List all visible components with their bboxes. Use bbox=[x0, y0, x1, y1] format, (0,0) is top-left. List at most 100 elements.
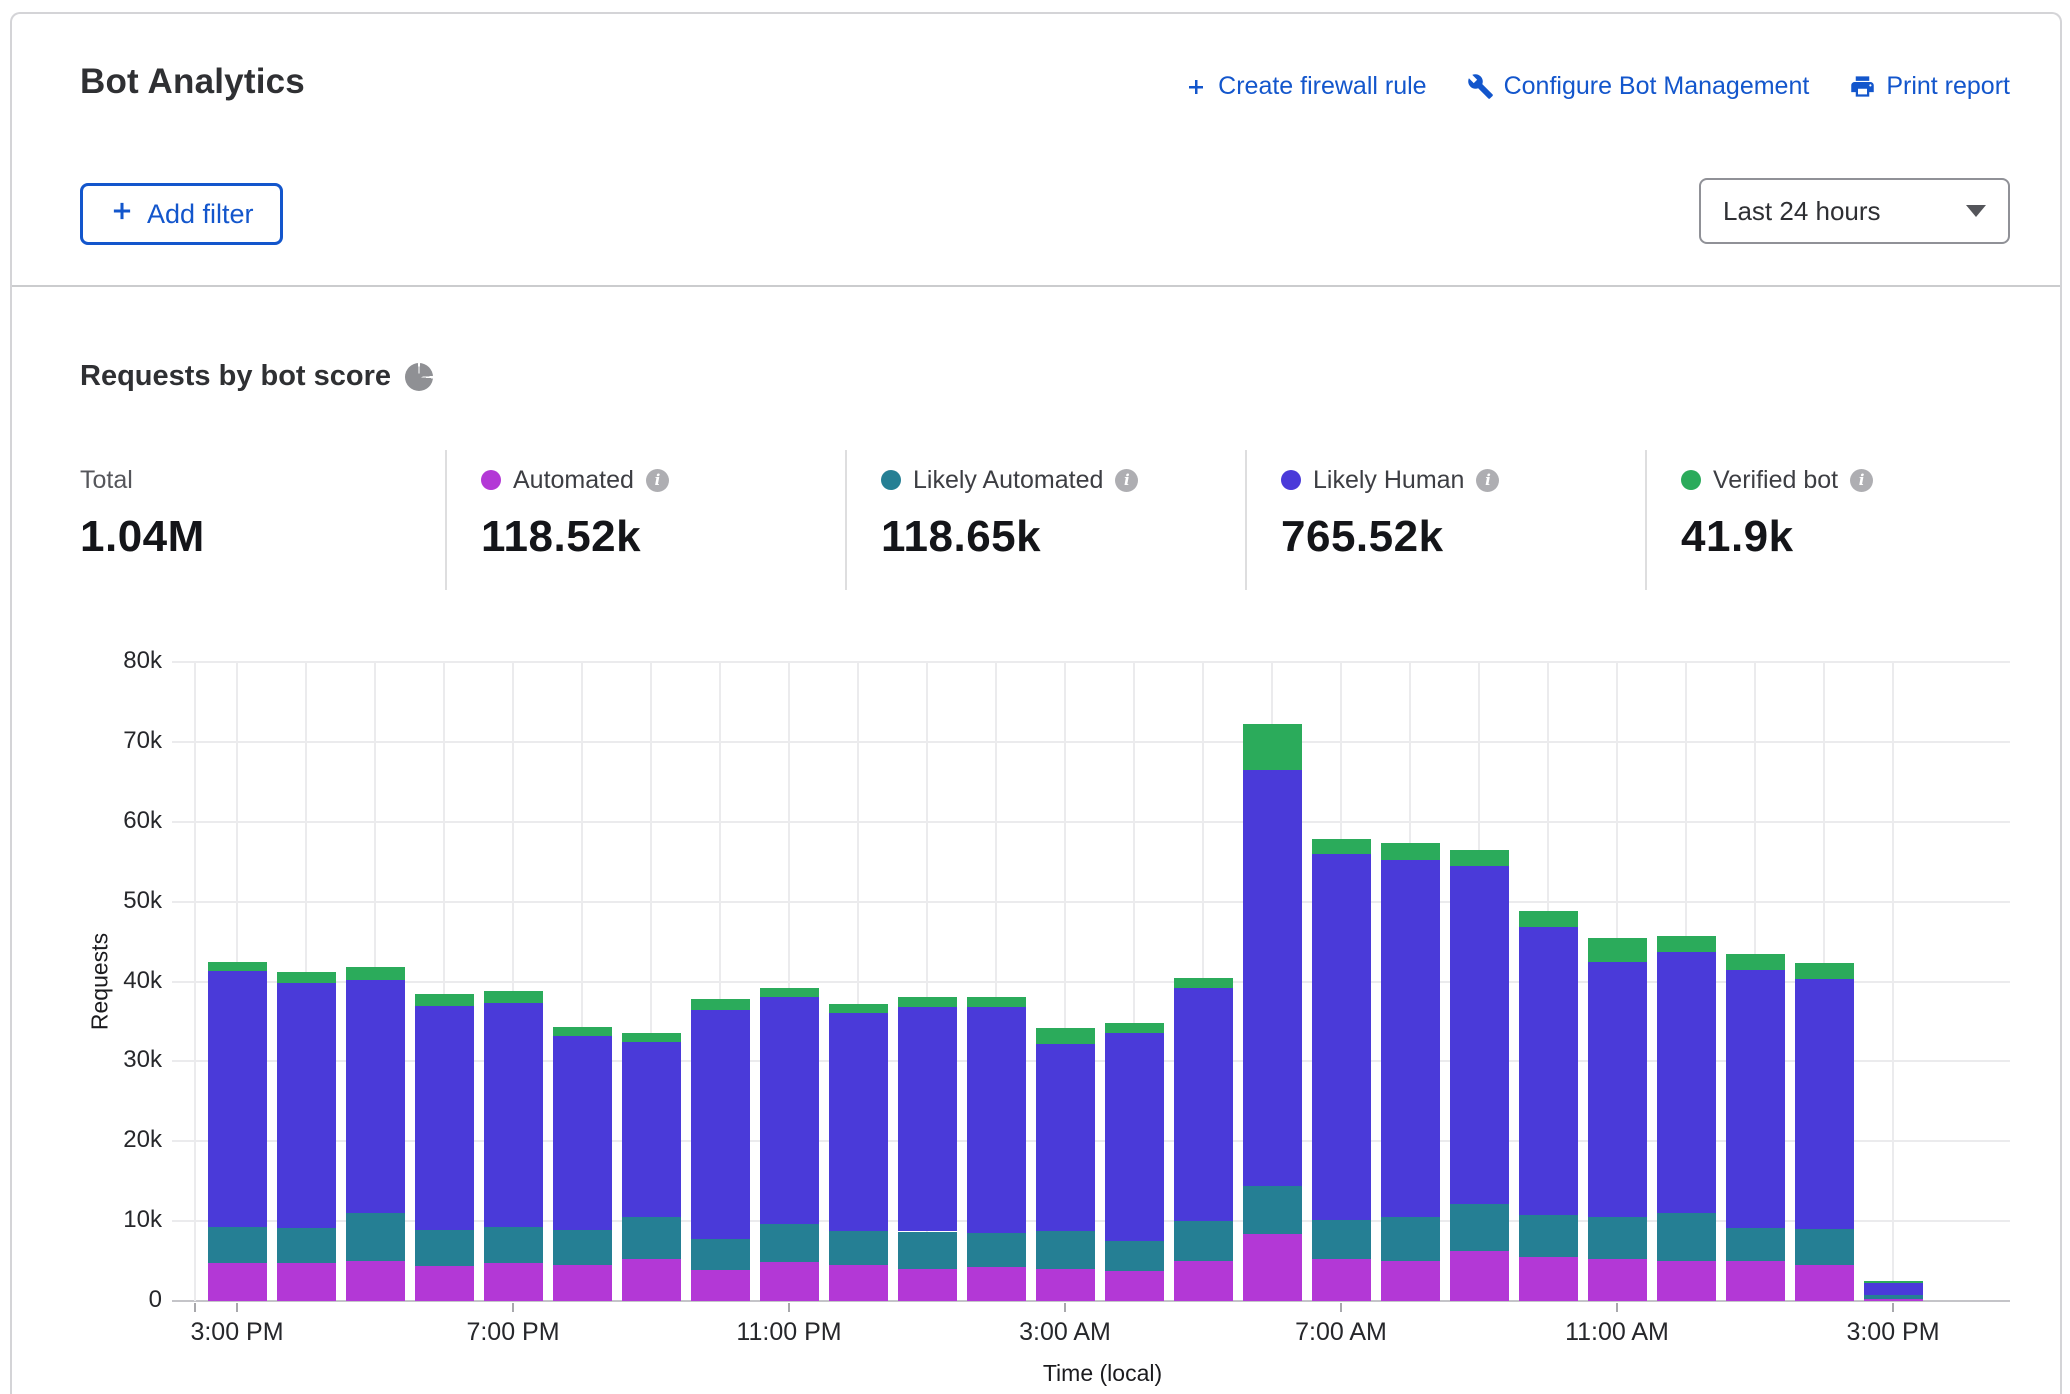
bar-segment-likely-human[interactable] bbox=[1795, 979, 1854, 1229]
bar-segment-likely-human[interactable] bbox=[1588, 962, 1647, 1218]
bar-segment-verified-bot[interactable] bbox=[208, 962, 267, 972]
bar-segment-likely-automated[interactable] bbox=[553, 1230, 612, 1265]
bar-segment-automated[interactable] bbox=[967, 1267, 1026, 1301]
bar-segment-verified-bot[interactable] bbox=[346, 967, 405, 980]
bar-segment-verified-bot[interactable] bbox=[691, 999, 750, 1010]
bar-segment-automated[interactable] bbox=[1381, 1261, 1440, 1301]
bar-segment-automated[interactable] bbox=[1036, 1269, 1095, 1301]
bar-segment-verified-bot[interactable] bbox=[1036, 1028, 1095, 1044]
bar-segment-likely-human[interactable] bbox=[1450, 866, 1509, 1204]
bar-segment-likely-human[interactable] bbox=[1312, 854, 1371, 1220]
bar-segment-likely-human[interactable] bbox=[346, 980, 405, 1213]
bar-segment-likely-human[interactable] bbox=[1657, 952, 1716, 1213]
create-firewall-rule-link[interactable]: Create firewall rule bbox=[1184, 72, 1426, 101]
bar-segment-likely-human[interactable] bbox=[1174, 988, 1233, 1221]
bar-segment-likely-automated[interactable] bbox=[277, 1228, 336, 1264]
bar-segment-automated[interactable] bbox=[760, 1262, 819, 1301]
bar-segment-likely-human[interactable] bbox=[691, 1010, 750, 1238]
bar-segment-likely-automated[interactable] bbox=[1243, 1186, 1302, 1234]
bar-segment-likely-automated[interactable] bbox=[691, 1239, 750, 1270]
bar-segment-verified-bot[interactable] bbox=[1312, 839, 1371, 853]
bar-segment-verified-bot[interactable] bbox=[415, 994, 474, 1006]
bar-segment-automated[interactable] bbox=[484, 1263, 543, 1301]
bar-segment-verified-bot[interactable] bbox=[553, 1027, 612, 1036]
bar-segment-likely-human[interactable] bbox=[967, 1007, 1026, 1233]
bar-segment-automated[interactable] bbox=[622, 1259, 681, 1301]
bar-segment-likely-automated[interactable] bbox=[1174, 1221, 1233, 1261]
bar-segment-likely-human[interactable] bbox=[1105, 1033, 1164, 1241]
bar-segment-automated[interactable] bbox=[1105, 1271, 1164, 1301]
bar-segment-automated[interactable] bbox=[1795, 1265, 1854, 1301]
bar-segment-likely-human[interactable] bbox=[1243, 770, 1302, 1186]
bar-segment-automated[interactable] bbox=[1312, 1259, 1371, 1301]
bar-segment-likely-human[interactable] bbox=[1381, 860, 1440, 1217]
bar-segment-likely-automated[interactable] bbox=[415, 1230, 474, 1266]
bar-segment-automated[interactable] bbox=[1588, 1259, 1647, 1301]
bar-segment-verified-bot[interactable] bbox=[1657, 936, 1716, 952]
bar-segment-verified-bot[interactable] bbox=[760, 988, 819, 998]
bar-segment-likely-human[interactable] bbox=[1726, 970, 1785, 1228]
bar-segment-verified-bot[interactable] bbox=[1243, 724, 1302, 770]
bar-segment-likely-automated[interactable] bbox=[208, 1227, 267, 1264]
bar-segment-automated[interactable] bbox=[1450, 1251, 1509, 1301]
bar-segment-likely-automated[interactable] bbox=[1450, 1204, 1509, 1252]
bar-segment-verified-bot[interactable] bbox=[484, 991, 543, 1003]
bar-segment-likely-automated[interactable] bbox=[829, 1231, 888, 1265]
bar-segment-likely-automated[interactable] bbox=[1381, 1217, 1440, 1261]
bar-segment-verified-bot[interactable] bbox=[1864, 1281, 1923, 1283]
bar-segment-likely-automated[interactable] bbox=[967, 1233, 1026, 1267]
bar-segment-automated[interactable] bbox=[277, 1263, 336, 1301]
bar-segment-likely-automated[interactable] bbox=[1312, 1220, 1371, 1260]
print-report-link[interactable]: Print report bbox=[1849, 72, 2010, 101]
configure-bot-management-link[interactable]: Configure Bot Management bbox=[1467, 72, 1810, 101]
bar-segment-automated[interactable] bbox=[553, 1265, 612, 1301]
info-icon[interactable]: i bbox=[1115, 469, 1138, 492]
bar-segment-likely-human[interactable] bbox=[208, 971, 267, 1227]
bar-segment-likely-automated[interactable] bbox=[1519, 1215, 1578, 1257]
bar-segment-likely-human[interactable] bbox=[1036, 1044, 1095, 1231]
bar-segment-likely-automated[interactable] bbox=[1795, 1229, 1854, 1265]
bar-segment-automated[interactable] bbox=[898, 1269, 957, 1301]
bar-segment-verified-bot[interactable] bbox=[1519, 911, 1578, 927]
bar-segment-likely-automated[interactable] bbox=[1657, 1213, 1716, 1261]
bar-segment-likely-human[interactable] bbox=[1519, 927, 1578, 1215]
bar-segment-verified-bot[interactable] bbox=[1588, 938, 1647, 962]
bar-segment-likely-automated[interactable] bbox=[760, 1224, 819, 1262]
bar-segment-likely-automated[interactable] bbox=[484, 1227, 543, 1264]
bar-segment-likely-human[interactable] bbox=[898, 1007, 957, 1231]
bar-segment-likely-human[interactable] bbox=[484, 1003, 543, 1227]
bar-segment-verified-bot[interactable] bbox=[829, 1004, 888, 1014]
bar-segment-likely-human[interactable] bbox=[622, 1042, 681, 1217]
info-icon[interactable]: i bbox=[1476, 469, 1499, 492]
bar-segment-automated[interactable] bbox=[415, 1266, 474, 1301]
bar-segment-verified-bot[interactable] bbox=[277, 972, 336, 983]
add-filter-button[interactable]: Add filter bbox=[80, 183, 283, 245]
bar-segment-likely-automated[interactable] bbox=[1726, 1228, 1785, 1262]
bar-segment-automated[interactable] bbox=[1657, 1261, 1716, 1301]
bar-segment-automated[interactable] bbox=[1519, 1257, 1578, 1301]
bar-segment-likely-automated[interactable] bbox=[346, 1213, 405, 1261]
bar-segment-automated[interactable] bbox=[1864, 1299, 1923, 1301]
bar-segment-verified-bot[interactable] bbox=[1381, 843, 1440, 860]
bar-segment-verified-bot[interactable] bbox=[967, 997, 1026, 1007]
bar-segment-verified-bot[interactable] bbox=[1726, 954, 1785, 970]
bar-segment-likely-human[interactable] bbox=[760, 997, 819, 1224]
bar-segment-automated[interactable] bbox=[691, 1270, 750, 1301]
bar-segment-likely-automated[interactable] bbox=[1588, 1217, 1647, 1259]
bar-segment-likely-human[interactable] bbox=[277, 983, 336, 1227]
bar-segment-likely-automated[interactable] bbox=[622, 1217, 681, 1259]
bar-segment-verified-bot[interactable] bbox=[1795, 963, 1854, 979]
bar-segment-likely-automated[interactable] bbox=[1864, 1295, 1923, 1298]
bar-segment-likely-human[interactable] bbox=[415, 1006, 474, 1230]
bar-segment-automated[interactable] bbox=[829, 1265, 888, 1301]
bar-segment-likely-automated[interactable] bbox=[898, 1232, 957, 1270]
bar-segment-automated[interactable] bbox=[1174, 1261, 1233, 1301]
bar-segment-likely-human[interactable] bbox=[553, 1036, 612, 1230]
bar-segment-automated[interactable] bbox=[1243, 1234, 1302, 1301]
bar-segment-likely-automated[interactable] bbox=[1105, 1241, 1164, 1271]
bar-segment-likely-human[interactable] bbox=[1864, 1283, 1923, 1296]
bar-segment-verified-bot[interactable] bbox=[1450, 850, 1509, 866]
time-range-select[interactable]: Last 24 hours bbox=[1699, 178, 2010, 244]
bar-segment-verified-bot[interactable] bbox=[622, 1033, 681, 1042]
bar-segment-likely-human[interactable] bbox=[829, 1013, 888, 1230]
